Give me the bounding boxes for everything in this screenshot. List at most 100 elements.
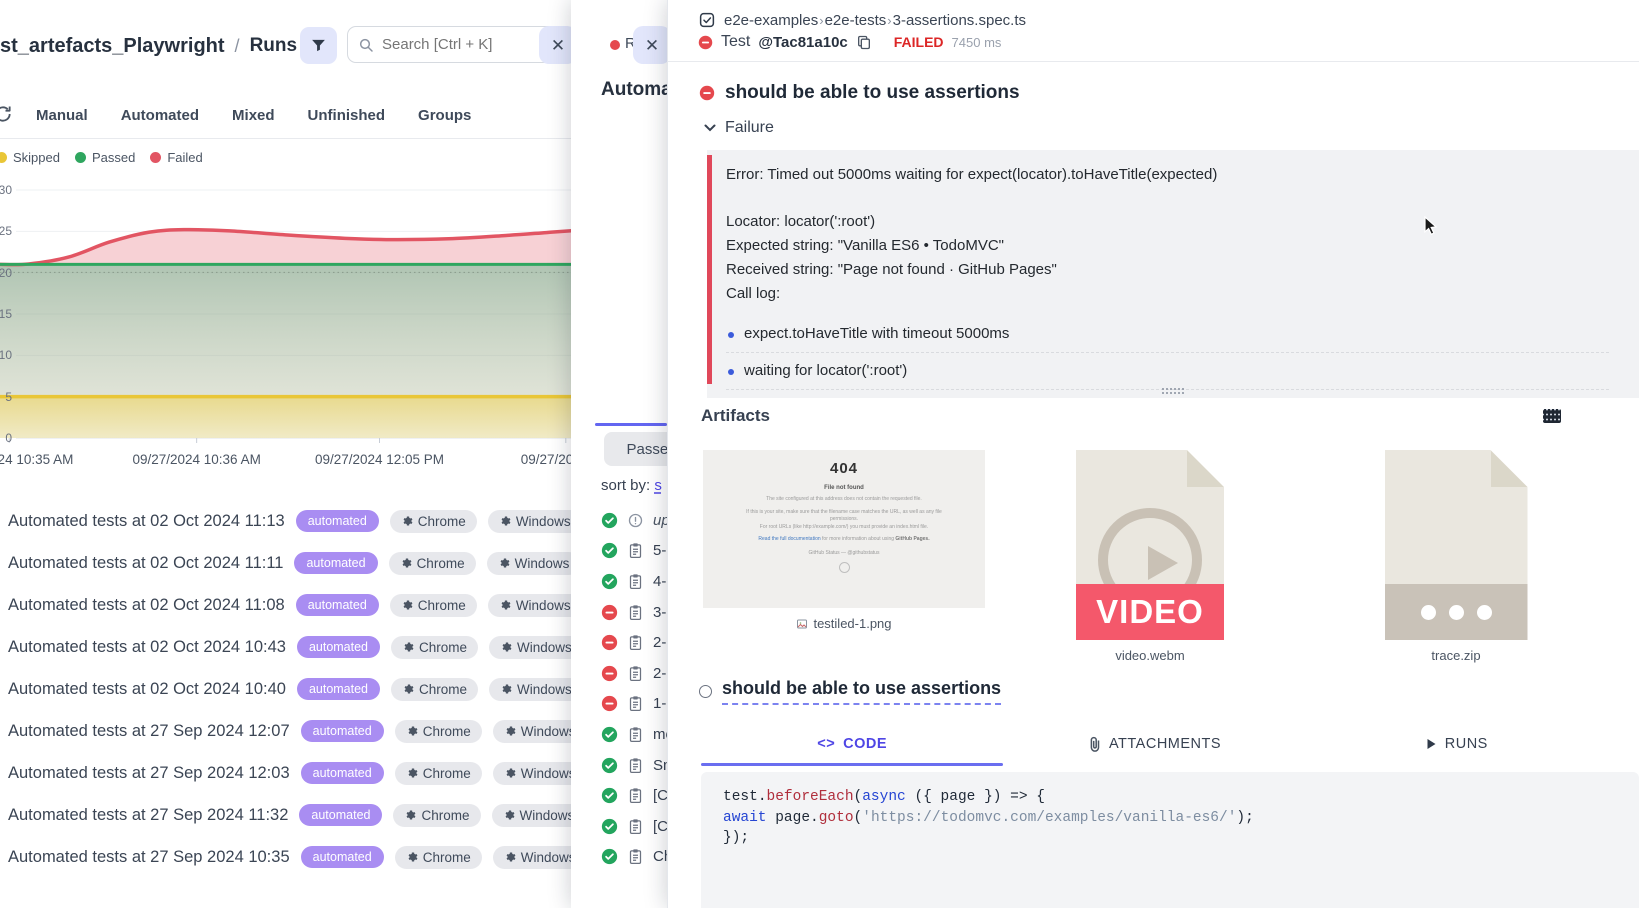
search-input[interactable] [382, 36, 522, 53]
breadcrumb-item[interactable]: 3-assertions.spec.ts [893, 12, 1026, 29]
spec-row[interactable]: [C [601, 780, 667, 811]
run-title[interactable]: Automated tests at 27 Sep 2024 11:32 [8, 806, 288, 825]
tab-groups[interactable]: Groups [418, 107, 471, 124]
artifact-caption[interactable]: video.webm [1115, 648, 1184, 663]
gear-icon [504, 851, 516, 863]
zip-file-icon[interactable] [1385, 450, 1528, 640]
run-row[interactable]: Automated tests at 27 Sep 2024 10:35 aut… [0, 836, 575, 878]
passed-check-icon [601, 542, 618, 559]
detail-tabs: <> CODE ATTACHMENTS RUNS [701, 728, 1608, 760]
screenshot-thumbnail[interactable]: 404 File not found The site configured a… [703, 450, 985, 608]
run-row[interactable]: Automated tests at 27 Sep 2024 12:03 aut… [0, 752, 575, 794]
run-row[interactable]: Automated tests at 02 Oct 2024 11:13 aut… [0, 500, 575, 542]
info-icon [628, 513, 643, 528]
spec-row[interactable]: mo [601, 719, 667, 750]
artifacts-grid: 404 File not found The site configured a… [701, 450, 1601, 663]
test-word: Test [721, 33, 750, 51]
run-row[interactable]: Automated tests at 02 Oct 2024 11:11 aut… [0, 542, 575, 584]
spec-row[interactable]: 1- [601, 689, 667, 720]
code-snippet[interactable]: test.beforeEach(async ({ page }) => { aw… [701, 772, 1639, 908]
run-title[interactable]: Automated tests at 27 Sep 2024 12:07 [8, 722, 290, 741]
run-row[interactable]: Automated tests at 27 Sep 2024 11:32 aut… [0, 794, 575, 836]
gear-icon [402, 683, 414, 695]
run-title[interactable]: Automated tests at 02 Oct 2024 11:08 [8, 596, 285, 615]
search-box[interactable] [347, 26, 557, 63]
y-axis-label: 10 [0, 348, 12, 362]
test-tag[interactable]: @Tac81a10c [758, 34, 847, 51]
env-chip: Windows [492, 804, 576, 827]
legend-label: Failed [167, 150, 202, 165]
tab-code[interactable]: <> CODE [701, 728, 1003, 760]
run-row[interactable]: Automated tests at 02 Oct 2024 10:40 aut… [0, 668, 575, 710]
artifact-caption[interactable]: trace.zip [1431, 648, 1480, 663]
filter-button[interactable] [300, 27, 337, 64]
video-file-icon[interactable]: VIDEO [1076, 450, 1224, 640]
active-tab-indicator [595, 423, 667, 426]
clipboard-icon [628, 604, 643, 621]
passed-check-icon [601, 726, 618, 743]
runs-filter-tabs: Manual Automated Mixed Unfinished Groups [0, 100, 575, 130]
passed-check-icon [601, 787, 618, 804]
spec-row[interactable]: Sm [601, 750, 667, 781]
copy-icon[interactable] [856, 34, 872, 51]
clipboard-icon [628, 695, 643, 712]
tab-unfinished[interactable]: Unfinished [308, 107, 386, 124]
tab-mixed[interactable]: Mixed [232, 107, 275, 124]
gear-icon [503, 809, 515, 821]
run-title[interactable]: Automated tests at 02 Oct 2024 11:11 [8, 554, 283, 573]
clipboard-icon [628, 542, 643, 559]
gear-icon [499, 515, 511, 527]
passed-check-icon [601, 512, 618, 529]
spec-row[interactable]: [C [601, 811, 667, 842]
artifact-caption[interactable]: testiled-1.png [796, 616, 891, 631]
tab-manual[interactable]: Manual [36, 107, 88, 124]
gear-icon [401, 515, 413, 527]
thumb-404-text: The site configured at this address does… [703, 496, 985, 504]
project-title[interactable]: st_artefacts_Playwright [0, 35, 225, 58]
spec-row[interactable]: 4- [601, 566, 667, 597]
legend-dot [75, 152, 86, 163]
run-row[interactable]: Automated tests at 02 Oct 2024 10:43 aut… [0, 626, 575, 668]
legend-item: Skipped [0, 150, 60, 165]
run-row[interactable]: Automated tests at 02 Oct 2024 11:08 aut… [0, 584, 575, 626]
run-title[interactable]: Automated tests at 02 Oct 2024 11:13 [8, 512, 285, 531]
run-type-badge: automated [296, 510, 379, 532]
run-title[interactable]: Automated tests at 02 Oct 2024 10:43 [8, 638, 286, 657]
passed-filter-button[interactable]: Passed [604, 432, 667, 466]
resize-handle[interactable] [1161, 387, 1185, 396]
breadcrumb-item[interactable]: e2e-tests [825, 12, 887, 29]
paperclip-icon [1088, 736, 1101, 752]
drawer-close-button[interactable]: ✕ [633, 26, 667, 64]
thumb-404-text: If this is your site, make sure that the… [703, 509, 985, 532]
spec-row[interactable]: 2- [601, 627, 667, 658]
clipboard-icon [628, 818, 643, 835]
close-button[interactable]: ✕ [539, 26, 575, 64]
breadcrumb-item[interactable]: e2e-examples [724, 12, 818, 29]
gear-icon [498, 557, 510, 569]
tab-automated[interactable]: Automated [121, 107, 199, 124]
spec-row[interactable]: 3- [601, 597, 667, 628]
status-hollow-icon [699, 685, 712, 698]
passed-check-icon [601, 757, 618, 774]
run-type-badge: automated [301, 762, 384, 784]
spec-row[interactable]: 2- [601, 658, 667, 689]
code-line: }); [723, 828, 1617, 849]
run-row[interactable]: Automated tests at 27 Sep 2024 12:07 aut… [0, 710, 575, 752]
breadcrumb-separator: / [235, 36, 240, 57]
failed-minus-icon [601, 634, 618, 651]
spec-row[interactable]: Ch [601, 842, 667, 873]
artifacts-view-toggle-icon[interactable] [1543, 409, 1561, 423]
run-title[interactable]: Automated tests at 27 Sep 2024 10:35 [8, 848, 290, 867]
env-chip: Chrome [395, 762, 482, 785]
sort-by-link[interactable]: s [654, 477, 662, 494]
failure-toggle[interactable]: Failure [704, 119, 774, 137]
linked-test-row[interactable]: should be able to use assertions [699, 678, 1001, 705]
spec-row[interactable]: uplo [601, 505, 667, 536]
spec-row[interactable]: 5- [601, 536, 667, 567]
run-title[interactable]: Automated tests at 27 Sep 2024 12:03 [8, 764, 290, 783]
run-title[interactable]: Automated tests at 02 Oct 2024 10:40 [8, 680, 286, 699]
tab-attachments[interactable]: ATTACHMENTS [1003, 728, 1305, 760]
linked-test-title[interactable]: should be able to use assertions [722, 678, 1001, 705]
tab-runs[interactable]: RUNS [1306, 728, 1608, 760]
runs-history-chart[interactable]: 051015202530 09/27/2024 10:35 AM09/27/20… [0, 178, 575, 478]
